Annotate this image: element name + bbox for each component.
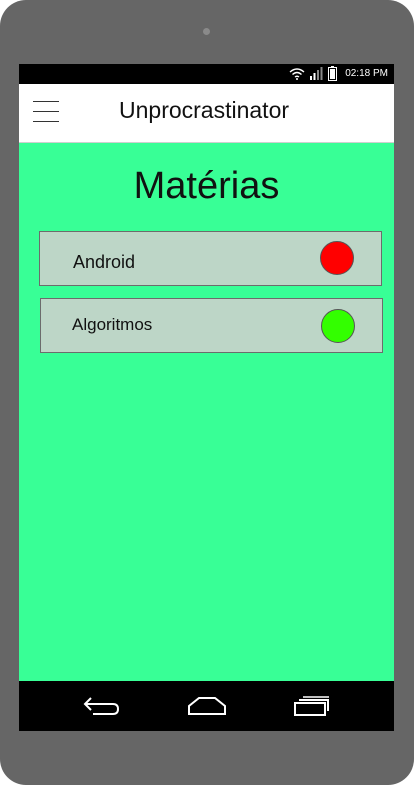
screen: 02:18 PM Unprocrastinator Matérias Andro… [19, 64, 394, 731]
status-indicator [321, 309, 355, 343]
wifi-icon [289, 68, 305, 80]
page-title: Matérias [133, 165, 280, 207]
main-content: Matérias Android Algoritmos [19, 143, 394, 681]
subject-name: Android [73, 252, 136, 272]
status-bar: 02:18 PM [19, 64, 394, 84]
navigation-bar [19, 681, 394, 731]
device-frame: 02:18 PM Unprocrastinator Matérias Andro… [0, 0, 414, 785]
recents-icon[interactable] [293, 695, 331, 717]
signal-icon [310, 67, 323, 80]
battery-icon [328, 66, 337, 81]
app-bar: Unprocrastinator [19, 84, 394, 143]
status-indicator [320, 241, 354, 275]
subject-name: Algoritmos [72, 315, 153, 334]
camera-icon [203, 28, 210, 35]
home-icon[interactable] [187, 695, 227, 717]
subject-card-android[interactable]: Android [39, 231, 382, 286]
status-time: 02:18 PM [345, 68, 388, 79]
back-icon[interactable] [83, 695, 121, 717]
app-title: Unprocrastinator [119, 97, 290, 123]
menu-icon[interactable] [33, 101, 59, 123]
subject-card-algoritmos[interactable]: Algoritmos [40, 298, 383, 353]
